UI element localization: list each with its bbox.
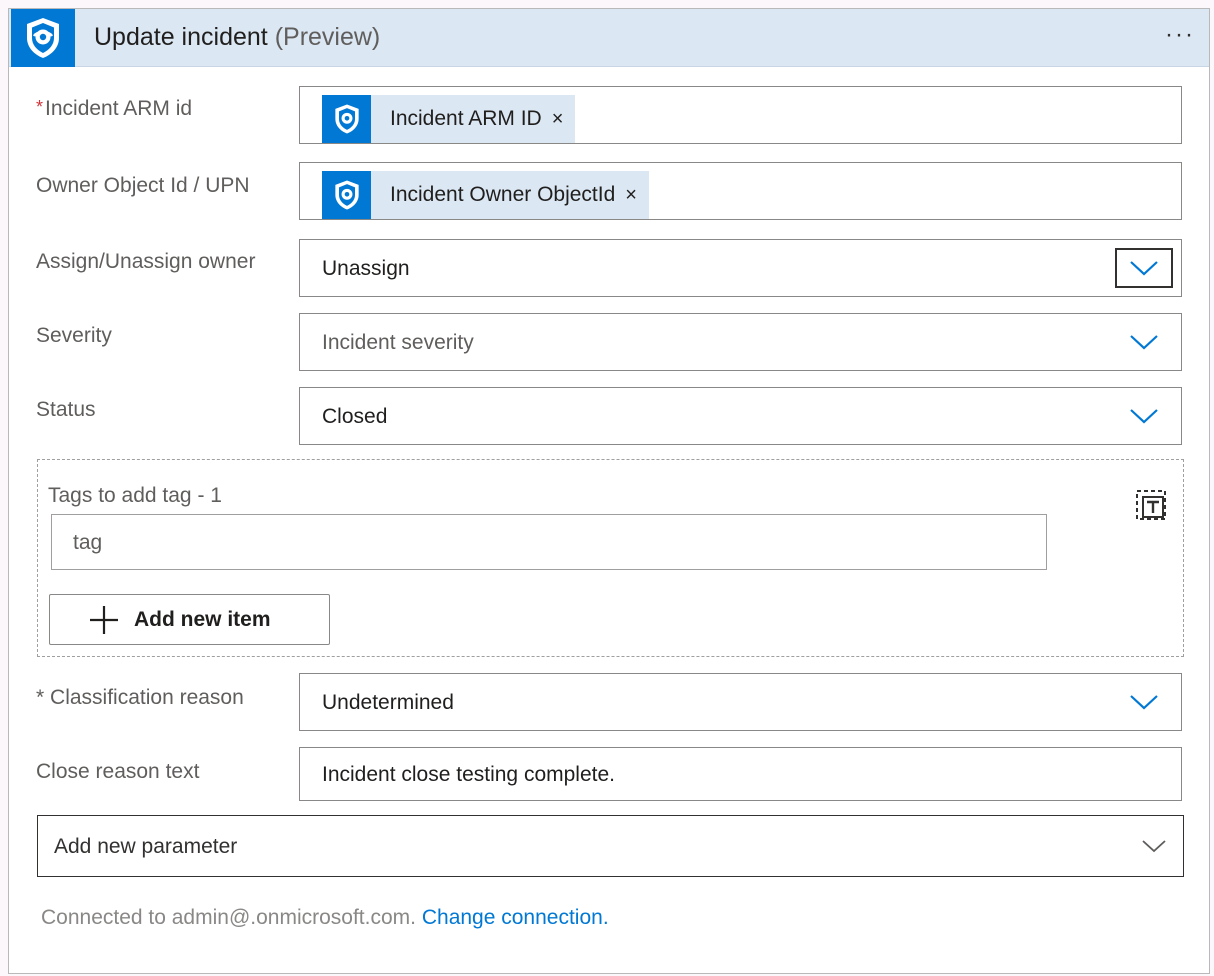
change-connection-link[interactable]: Change connection. (422, 906, 609, 929)
shield-icon (322, 171, 371, 219)
update-incident-card: Update incident (Preview) ··· *Incident … (8, 8, 1210, 974)
assign-owner-label: Assign/Unassign owner (36, 250, 256, 273)
assign-owner-dropdown[interactable]: Unassign (299, 239, 1182, 297)
classification-reason-dropdown[interactable]: Undetermined (299, 673, 1182, 731)
status-value: Closed (322, 405, 388, 428)
shield-icon (11, 9, 75, 67)
card-header[interactable]: Update incident (Preview) ··· (9, 9, 1209, 67)
chevron-down-icon[interactable] (1115, 682, 1173, 722)
severity-placeholder: Incident severity (322, 331, 474, 354)
tags-array-section: Tags to add tag - 1 tag Add new item (37, 459, 1184, 657)
classification-reason-label-text: Classification reason (50, 686, 244, 709)
chevron-down-icon[interactable] (1115, 322, 1173, 362)
tags-label: Tags to add tag - 1 (48, 484, 222, 507)
incident-arm-id-token-label: Incident ARM ID (390, 107, 542, 130)
tag-input-value: tag (73, 531, 103, 554)
incident-arm-id-field[interactable]: Incident ARM ID × (299, 86, 1182, 144)
add-new-parameter-dropdown[interactable]: Add new parameter (37, 815, 1184, 877)
more-options-button[interactable]: ··· (1165, 21, 1195, 49)
remove-token-button[interactable]: × (625, 184, 649, 207)
plus-icon (90, 605, 118, 634)
tag-input[interactable]: tag (51, 514, 1047, 570)
assign-owner-value: Unassign (322, 257, 410, 280)
classification-reason-value: Undetermined (322, 691, 454, 714)
owner-token-label: Incident Owner ObjectId (390, 183, 616, 206)
switch-to-text-mode-icon[interactable] (1134, 488, 1168, 527)
chevron-down-icon[interactable] (1115, 396, 1173, 436)
classification-reason-label: * Classification reason (36, 686, 244, 710)
card-title-suffix: (Preview) (274, 23, 381, 51)
incident-arm-id-label: *Incident ARM id (36, 97, 192, 121)
status-label: Status (36, 398, 96, 421)
add-new-item-label: Add new item (134, 607, 271, 631)
chevron-down-icon[interactable] (1115, 248, 1173, 288)
connected-text: Connected to admin@.onmicrosoft.com. (41, 906, 416, 929)
close-reason-input[interactable]: Incident close testing complete. (299, 747, 1182, 801)
incident-arm-id-label-text: Incident ARM id (45, 97, 193, 120)
card-title-text: Update incident (94, 23, 268, 51)
chevron-down-icon (1142, 840, 1166, 853)
owner-field[interactable]: Incident Owner ObjectId × (299, 162, 1182, 220)
status-dropdown[interactable]: Closed (299, 387, 1182, 445)
add-new-parameter-label: Add new parameter (54, 835, 238, 858)
close-reason-label: Close reason text (36, 760, 200, 783)
required-marker: * (36, 686, 45, 709)
severity-dropdown[interactable]: Incident severity (299, 313, 1182, 371)
shield-icon (322, 95, 371, 143)
connection-footer: Connected to admin@.onmicrosoft.com. Cha… (41, 906, 609, 930)
owner-token: Incident Owner ObjectId × (322, 171, 649, 219)
remove-token-button[interactable]: × (552, 108, 576, 131)
close-reason-value: Incident close testing complete. (322, 763, 615, 786)
severity-label: Severity (36, 324, 112, 347)
required-marker: * (36, 97, 44, 117)
card-title: Update incident (Preview) (94, 23, 380, 52)
incident-arm-id-token: Incident ARM ID × (322, 95, 576, 143)
owner-label: Owner Object Id / UPN (36, 174, 250, 197)
add-new-item-button[interactable]: Add new item (49, 594, 330, 645)
